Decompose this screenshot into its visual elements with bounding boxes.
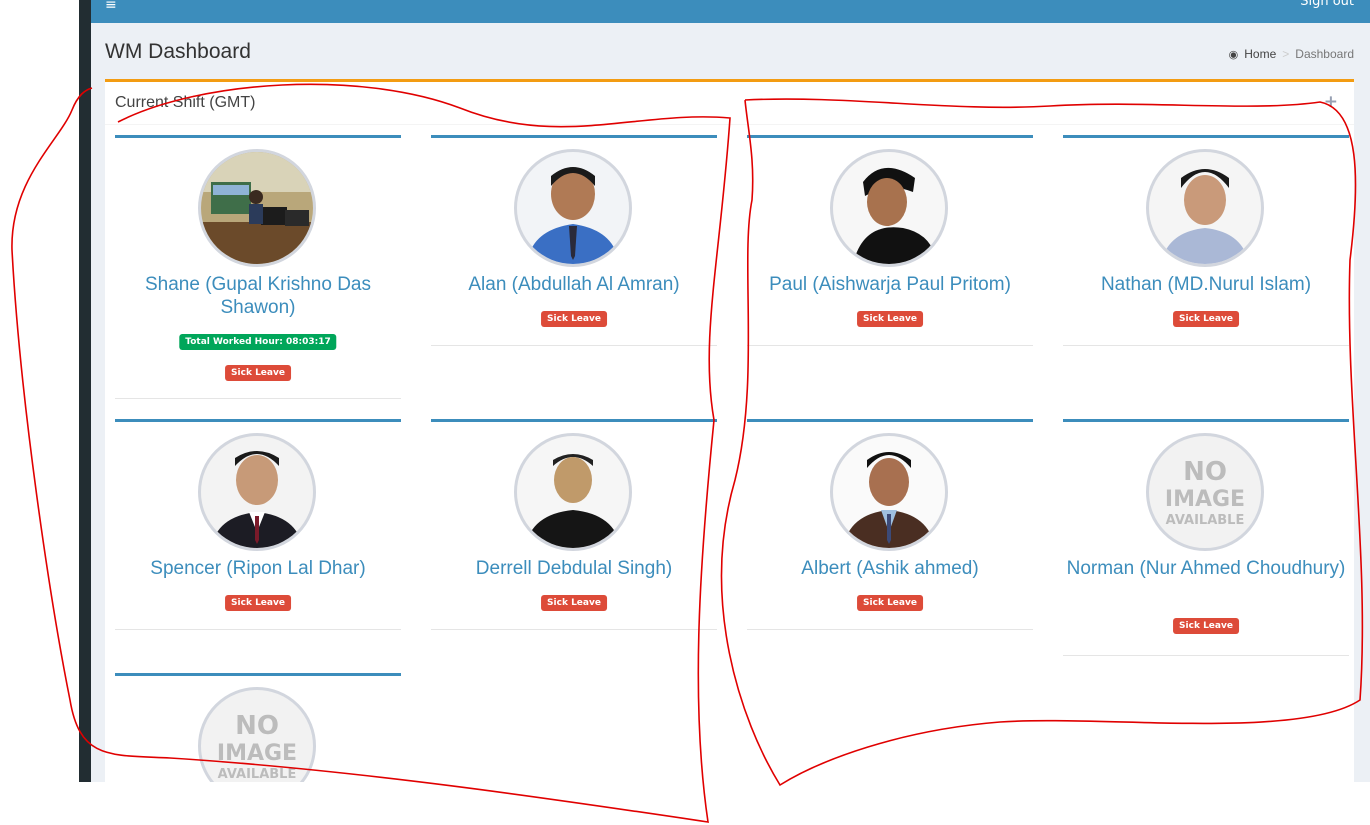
plus-icon[interactable]: + — [1324, 92, 1338, 112]
card-divider — [115, 398, 401, 399]
hamburger-icon[interactable]: ≡ — [105, 0, 117, 12]
employee-name[interactable]: Shane (Gupal Krishno Das Shawon) — [115, 273, 401, 319]
status-badge: Sick Leave — [1173, 618, 1239, 634]
no-image-text: NO — [1183, 457, 1227, 487]
employee-card: Paul (Aishwarja Paul Pritom) Sick Leave — [747, 135, 1033, 348]
employee-card: Albert (Ashik ahmed) Sick Leave — [747, 419, 1033, 632]
status-badge: Sick Leave — [541, 311, 607, 327]
card-divider — [431, 345, 717, 346]
breadcrumb: ◉ Home > Dashboard — [1229, 47, 1354, 61]
card-divider — [747, 345, 1033, 346]
employee-card: Derrell Debdulal Singh) Sick Leave — [431, 419, 717, 632]
current-shift-box: Current Shift (GMT) + Shane (Gupal Krish… — [105, 79, 1354, 782]
employee-card: Alan (Abdullah Al Amran) Sick Leave — [431, 135, 717, 348]
breadcrumb-home[interactable]: Home — [1244, 47, 1276, 61]
card-divider — [431, 629, 717, 630]
employee-photo — [514, 149, 632, 267]
no-image-text: IMAGE — [217, 741, 297, 766]
employee-card: NO IMAGE AVAILABLE Norman (Nur Ahmed Cho… — [1063, 419, 1349, 658]
status-badge: Sick Leave — [857, 595, 923, 611]
employee-name[interactable]: Nathan (MD.Nurul Islam) — [1063, 273, 1349, 296]
no-image-text: NO — [235, 711, 279, 741]
breadcrumb-current: Dashboard — [1295, 47, 1354, 61]
employee-photo — [198, 433, 316, 551]
status-badge: Sick Leave — [225, 365, 291, 381]
worked-hours-badge: Total Worked Hour: 08:03:17 — [179, 334, 337, 350]
card-divider — [747, 629, 1033, 630]
employee-photo — [830, 149, 948, 267]
card-divider — [1063, 345, 1349, 346]
top-navbar: ≡ Sign out — [91, 0, 1370, 23]
employee-photo — [830, 433, 948, 551]
no-image-placeholder: NO IMAGE AVAILABLE — [198, 687, 316, 782]
employee-photo — [198, 149, 316, 267]
employee-card: Nathan (MD.Nurul Islam) Sick Leave — [1063, 135, 1349, 348]
no-image-text: AVAILABLE — [1166, 513, 1245, 528]
status-badge: Sick Leave — [857, 311, 923, 327]
sidebar-strip — [79, 0, 91, 782]
employee-name[interactable]: Alan (Abdullah Al Amran) — [431, 273, 717, 296]
employee-name[interactable]: Norman (Nur Ahmed Choudhury) — [1063, 557, 1349, 580]
employee-name[interactable]: Paul (Aishwarja Paul Pritom) — [747, 273, 1033, 296]
employee-card: Shane (Gupal Krishno Das Shawon) Total W… — [115, 135, 401, 401]
employee-name[interactable]: Derrell Debdulal Singh) — [431, 557, 717, 580]
status-badge: Sick Leave — [541, 595, 607, 611]
no-image-text: IMAGE — [1165, 487, 1245, 512]
content-area: WM Dashboard ◉ Home > Dashboard Current Shi… — [91, 23, 1370, 782]
box-title: Current Shift (GMT) — [115, 94, 256, 111]
employee-photo — [514, 433, 632, 551]
employee-name[interactable]: Albert (Ashik ahmed) — [747, 557, 1033, 580]
status-badge: Sick Leave — [1173, 311, 1239, 327]
card-divider — [1063, 655, 1349, 656]
sign-out-link[interactable]: Sign out — [1300, 0, 1354, 9]
dashboard-icon: ◉ — [1228, 49, 1239, 61]
page-title: WM Dashboard — [105, 40, 251, 63]
status-badge: Sick Leave — [225, 595, 291, 611]
employee-card: Spencer (Ripon Lal Dhar) Sick Leave — [115, 419, 401, 632]
employee-name[interactable]: Spencer (Ripon Lal Dhar) — [115, 557, 401, 580]
box-header: Current Shift (GMT) + — [105, 82, 1354, 125]
employee-photo — [1146, 149, 1264, 267]
no-image-text: AVAILABLE — [218, 767, 297, 782]
no-image-placeholder: NO IMAGE AVAILABLE — [1146, 433, 1264, 551]
breadcrumb-separator: > — [1282, 47, 1290, 61]
employee-card: NO IMAGE AVAILABLE — [115, 673, 401, 782]
card-divider — [115, 629, 401, 630]
